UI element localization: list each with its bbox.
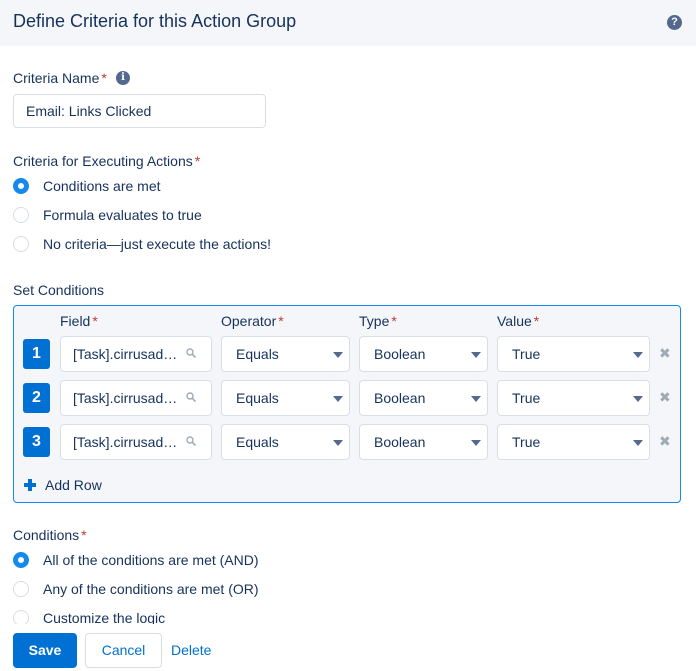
required-mark: * xyxy=(391,313,397,329)
search-icon[interactable] xyxy=(186,436,196,446)
chevron-down-icon xyxy=(471,352,481,358)
field-value: [Task].cirrusad… xyxy=(73,390,178,406)
radio-label: All of the conditions are met (AND) xyxy=(43,552,259,568)
row-number: 3 xyxy=(23,427,50,457)
value-value: True xyxy=(512,434,541,450)
type-value: Boolean xyxy=(374,434,426,450)
info-icon[interactable]: i xyxy=(116,71,130,85)
chevron-down-icon xyxy=(633,440,643,446)
search-icon[interactable] xyxy=(186,392,196,402)
radio-button[interactable] xyxy=(13,552,29,568)
row-number: 1 xyxy=(23,339,50,369)
type-select[interactable]: Boolean xyxy=(359,380,488,416)
required-mark: * xyxy=(101,70,107,86)
column-header-text: Operator xyxy=(221,313,277,329)
radio-label: No criteria—just execute the actions! xyxy=(43,236,271,252)
criteria-name-label: Criteria Name * xyxy=(13,70,107,86)
type-value: Boolean xyxy=(374,346,426,362)
required-mark: * xyxy=(278,313,284,329)
chevron-down-icon xyxy=(333,440,343,446)
remove-row-icon[interactable]: ✖ xyxy=(659,390,671,404)
operator-value: Equals xyxy=(236,434,279,450)
criteria-name-input[interactable]: Email: Links Clicked xyxy=(13,94,266,128)
radio-label: Formula evaluates to true xyxy=(43,207,202,223)
conditions-label-text: Conditions xyxy=(13,527,80,543)
conditions-label: Conditions * xyxy=(13,527,87,543)
column-header-text: Value xyxy=(497,313,532,329)
delete-link[interactable]: Delete xyxy=(171,642,211,658)
executing-criteria-label-text: Criteria for Executing Actions xyxy=(13,153,193,169)
field-value: [Task].cirrusad… xyxy=(73,346,178,362)
column-header-type: Type * xyxy=(359,313,397,329)
plus-icon xyxy=(24,479,36,491)
value-select[interactable]: True xyxy=(497,336,650,372)
help-icon[interactable]: ? xyxy=(667,15,682,30)
set-conditions-label: Set Conditions xyxy=(13,282,105,298)
column-header-value: Value * xyxy=(497,313,539,329)
save-button[interactable]: Save xyxy=(13,633,77,668)
operator-select[interactable]: Equals xyxy=(221,380,350,416)
value-value: True xyxy=(512,346,541,362)
field-lookup-input[interactable]: [Task].cirrusad… xyxy=(60,380,212,416)
type-select[interactable]: Boolean xyxy=(359,336,488,372)
column-header-text: Type xyxy=(359,313,390,329)
chevron-down-icon xyxy=(333,396,343,402)
radio-button[interactable] xyxy=(13,178,29,194)
required-mark: * xyxy=(81,527,87,543)
radio-button[interactable] xyxy=(13,236,29,252)
executing-criteria-label: Criteria for Executing Actions * xyxy=(13,153,200,169)
value-value: True xyxy=(512,390,541,406)
field-value: [Task].cirrusad… xyxy=(73,434,178,450)
radio-button[interactable] xyxy=(13,581,29,597)
criteria-name-label-text: Criteria Name xyxy=(13,70,100,86)
operator-value: Equals xyxy=(236,346,279,362)
chevron-down-icon xyxy=(471,440,481,446)
chevron-down-icon xyxy=(333,352,343,358)
value-select[interactable]: True xyxy=(497,424,650,460)
type-value: Boolean xyxy=(374,390,426,406)
modal-title: Define Criteria for this Action Group xyxy=(13,11,297,31)
modal-header: Define Criteria for this Action Group ? xyxy=(0,0,696,46)
column-header-text: Field xyxy=(60,313,91,329)
required-mark: * xyxy=(92,313,98,329)
chevron-down-icon xyxy=(633,352,643,358)
column-header-field: Field * xyxy=(60,313,98,329)
chevron-down-icon xyxy=(471,396,481,402)
required-mark: * xyxy=(533,313,540,329)
column-header-operator: Operator * xyxy=(221,313,284,329)
remove-row-icon[interactable]: ✖ xyxy=(659,346,671,360)
required-mark: * xyxy=(194,153,201,169)
field-lookup-input[interactable]: [Task].cirrusad… xyxy=(60,424,212,460)
operator-select[interactable]: Equals xyxy=(221,424,350,460)
type-select[interactable]: Boolean xyxy=(359,424,488,460)
radio-button[interactable] xyxy=(13,207,29,223)
value-select[interactable]: True xyxy=(497,380,650,416)
search-icon[interactable] xyxy=(186,348,196,358)
add-row-label: Add Row xyxy=(45,477,102,493)
radio-label: Any of the conditions are met (OR) xyxy=(43,581,259,597)
operator-value: Equals xyxy=(236,390,279,406)
operator-select[interactable]: Equals xyxy=(221,336,350,372)
row-number: 2 xyxy=(23,383,50,413)
cancel-button[interactable]: Cancel xyxy=(85,633,162,668)
remove-row-icon[interactable]: ✖ xyxy=(659,434,671,448)
radio-label: Conditions are met xyxy=(43,178,161,194)
field-lookup-input[interactable]: [Task].cirrusad… xyxy=(60,336,212,372)
chevron-down-icon xyxy=(633,396,643,402)
